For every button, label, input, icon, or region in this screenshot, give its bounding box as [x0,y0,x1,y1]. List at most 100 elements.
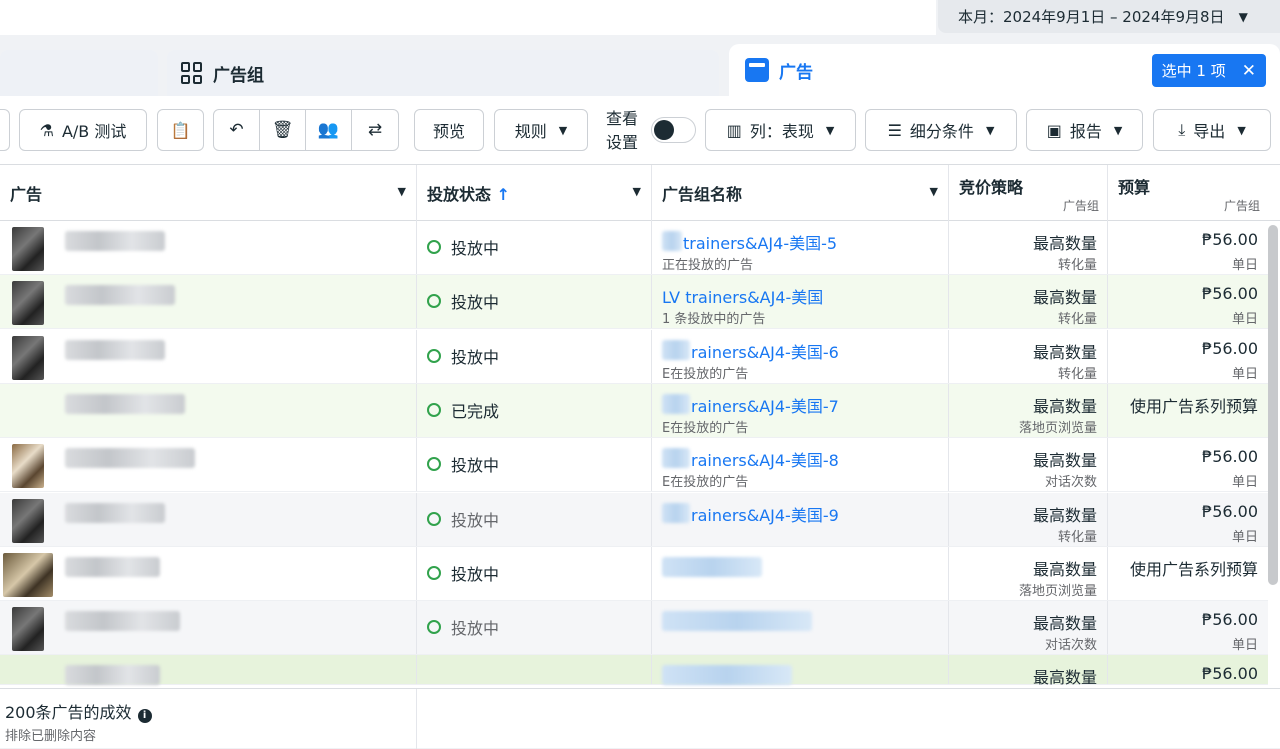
delete-button[interactable]: 🗑 [260,110,306,150]
table-row[interactable]: 投放中 rainers&AJ4-美国-9 最高数量 转化量 ₱56.00 单日 [0,492,1268,547]
close-icon[interactable]: ✕ [1242,61,1256,81]
selection-pill[interactable]: 选中 1 项 ✕ [1151,54,1266,87]
bid-strategy-cell: 最高数量 落地页浏览量 [949,546,1108,600]
table-row[interactable]: 投放中 rainers&AJ4-美国-6 E在投放的广告 最高数量 转化量 ₱5… [0,329,1268,384]
table-row[interactable]: 投放中 LV trainers&AJ4-美国 1 条投放中的广告 最高数量 转化… [0,275,1268,330]
ad-thumbnail[interactable] [3,552,53,597]
adset-link[interactable]: rainers&AJ4-美国-9 [691,502,839,526]
ad-name-cell[interactable] [0,438,417,492]
rules-button[interactable]: 规则 ▼ [494,109,588,151]
undo-button[interactable]: ↶ [214,110,260,150]
tab-campaigns[interactable] [0,50,158,96]
footer-total: 200条广告的成效 i [5,699,152,723]
adset-name-cell[interactable]: rainers&AJ4-美国-8 E在投放的广告 [652,438,949,492]
bid-strategy-cell: 最高数量 对话次数 [949,438,1108,492]
adset-name-cell[interactable] [652,546,949,600]
duplicate-button[interactable]: 📋 [157,109,204,151]
preview-label: 预览 [432,122,465,141]
table-row[interactable]: 已完成 rainers&AJ4-美国-7 E在投放的广告 最高数量 落地页浏览量… [0,383,1268,438]
redacted-ad-name [65,611,180,632]
status-dot-icon [427,565,441,580]
reports-button[interactable]: ▣ 报告 ▼ [1026,109,1143,151]
adset-name-cell[interactable]: LV trainers&AJ4-美国 1 条投放中的广告 [652,275,949,329]
table-row[interactable]: 投放中 最高数量 对话次数 ₱56.00 单日 [0,601,1268,656]
column-header-budget[interactable]: 预算 广告组 [1108,165,1268,221]
top-bar: 本月：2024年9月1日 – 2024年9月8日 ▼ [0,0,1280,40]
adset-name-cell[interactable]: rainers&AJ4-美国-7 E在投放的广告 [652,383,949,437]
adset-sub-text: E在投放的广告 [662,366,749,382]
ad-name-cell[interactable] [0,275,417,329]
bid-strategy-value: 最高数量 [1032,668,1097,688]
ad-thumbnail[interactable] [12,607,44,652]
share-button[interactable]: ⇄ [352,110,398,150]
adset-name-cell[interactable] [652,601,949,655]
ad-thumbnail[interactable] [12,335,44,380]
ad-thumbnail[interactable] [12,444,44,489]
redacted-ad-name [65,393,185,414]
tab-adsets[interactable]: 广告组 [167,50,719,96]
flask-icon: ⚗ [39,120,54,140]
view-settings-line2: 设置 [606,133,639,152]
table-row[interactable]: 最高数量 ₱56.00 [0,655,1268,688]
ad-name-cell[interactable] [0,383,417,437]
column-header-bid-sub: 广告组 [1062,199,1099,213]
delivery-status-label: 投放中 [451,510,500,530]
adset-name-cell[interactable]: trainers&AJ4-美国-5 正在投放的广告 [652,221,949,274]
table-row[interactable]: 投放中 trainers&AJ4-美国-5 正在投放的广告 最高数量 转化量 ₱… [0,221,1268,275]
column-header-bid-strategy[interactable]: 竞价策略 广告组 [949,165,1108,221]
ad-thumbnail[interactable] [12,498,44,543]
ad-thumbnail[interactable] [12,281,44,326]
ab-test-button[interactable]: ⚗ A/B 测试 [19,109,147,151]
column-header-adset-name[interactable]: 广告组名称 ▼ [652,165,949,221]
date-range-picker[interactable]: 本月：2024年9月1日 – 2024年9月8日 ▼ [938,0,1280,33]
info-icon[interactable]: i [137,709,152,723]
ad-name-cell[interactable] [0,221,417,274]
export-button[interactable]: ⤓ 导出 ▼ [1153,109,1271,151]
ad-name-cell[interactable] [0,329,417,383]
adset-link[interactable]: rainers&AJ4-美国-7 [691,393,839,417]
create-button-edge[interactable] [0,109,10,151]
table-row[interactable]: 投放中 rainers&AJ4-美国-8 E在投放的广告 最高数量 对话次数 ₱… [0,438,1268,493]
adset-link[interactable]: rainers&AJ4-美国-8 [691,447,839,471]
preview-button[interactable]: 预览 [414,109,484,151]
chevron-down-icon: ▼ [985,123,995,137]
budget-value: ₱56.00 [1202,664,1258,684]
selection-label: 选中 1 项 [1161,62,1226,80]
ad-name-cell[interactable] [0,655,417,686]
tab-adsets-label: 广告组 [213,65,264,86]
vertical-scrollbar[interactable] [1268,225,1278,585]
chevron-down-icon[interactable]: ▼ [398,185,406,198]
audience-button[interactable]: 👥 [306,110,352,150]
columns-button[interactable]: ▥ 列：表现 ▼ [705,109,856,151]
status-dot-icon [427,620,441,635]
chevron-down-icon[interactable]: ▼ [633,185,641,198]
chevron-down-icon[interactable]: ▼ [930,185,938,198]
breakdown-button[interactable]: ☰ 细分条件 ▼ [865,109,1017,151]
column-header-ad[interactable]: 广告 ▼ [0,165,417,221]
column-header-delivery[interactable]: 投放状态 ↑ ▼ [417,165,652,221]
delivery-status-label: 已完成 [451,401,500,421]
bid-strategy-value: 最高数量 [1032,396,1097,416]
ad-name-cell[interactable] [0,492,417,546]
adset-link[interactable]: LV trainers&AJ4-美国 [662,284,823,308]
redacted-adset-prefix [662,502,690,523]
bid-strategy-cell: 最高数量 对话次数 [949,601,1108,655]
bid-strategy-value: 最高数量 [1032,451,1097,471]
redacted-adset-prefix [662,611,812,632]
level-tabs: 广告组 广告 选中 1 项 ✕ [0,44,1280,96]
adset-link[interactable]: trainers&AJ4-美国-5 [683,230,837,254]
table-row[interactable]: 投放中 最高数量 落地页浏览量 使用广告系列预算 [0,546,1268,601]
adset-grid-icon [181,62,203,84]
adset-name-cell[interactable] [652,655,949,686]
adset-name-cell[interactable]: rainers&AJ4-美国-9 [652,492,949,546]
delivery-cell: 投放中 [417,329,652,383]
sort-ascending-icon: ↑ [496,185,510,204]
view-settings-toggle[interactable] [651,117,696,143]
tab-ads[interactable]: 广告 选中 1 项 ✕ [729,44,1280,96]
budget-sub: 单日 [1231,529,1258,545]
ad-name-cell[interactable] [0,546,417,600]
ad-thumbnail[interactable] [12,227,44,271]
ad-name-cell[interactable] [0,601,417,655]
adset-link[interactable]: rainers&AJ4-美国-6 [691,339,839,363]
adset-name-cell[interactable]: rainers&AJ4-美国-6 E在投放的广告 [652,329,949,383]
